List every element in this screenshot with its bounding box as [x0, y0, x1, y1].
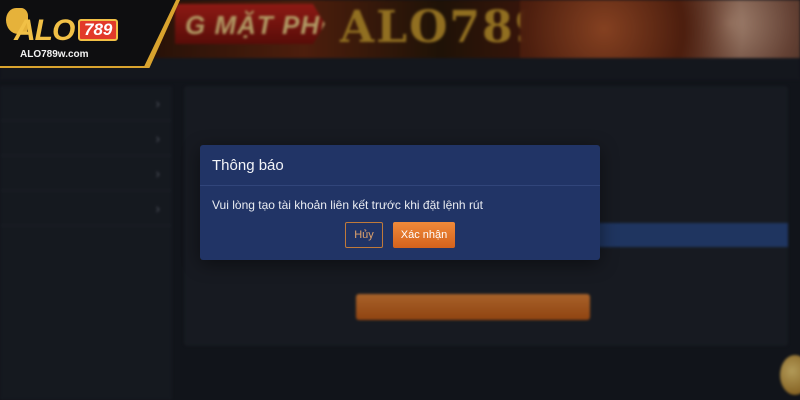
confirm-button[interactable]: Xác nhận: [393, 222, 455, 248]
dialog-actions: Hủy Xác nhận: [200, 222, 600, 248]
cancel-button[interactable]: Hủy: [345, 222, 383, 248]
notice-dialog: Thông báo Vui lòng tạo tài khoản liên kế…: [200, 145, 600, 260]
logo-badge: 789: [78, 19, 119, 41]
dialog-message: Vui lòng tạo tài khoản liên kết trước kh…: [212, 198, 483, 212]
logo-text: ALO: [14, 14, 75, 47]
logo-site: ALO789w.com: [20, 49, 89, 60]
dialog-title: Thông báo: [200, 145, 600, 186]
